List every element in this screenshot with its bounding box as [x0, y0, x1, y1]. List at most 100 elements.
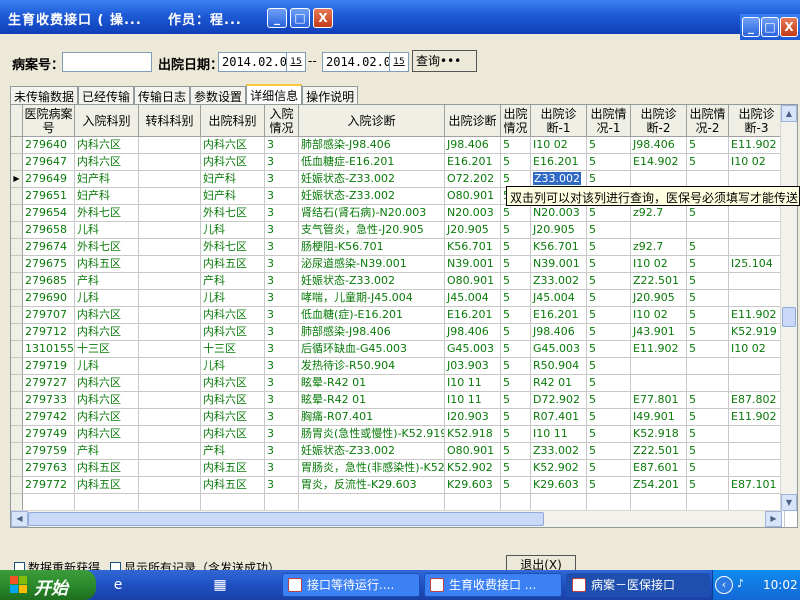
table-cell[interactable]: 5: [587, 239, 631, 256]
table-cell[interactable]: 3: [265, 443, 299, 460]
table-cell[interactable]: 外科七区: [201, 239, 265, 256]
table-cell[interactable]: 内科六区: [201, 392, 265, 409]
table-cell[interactable]: J98.406: [631, 137, 687, 154]
table-cell[interactable]: I20.903: [445, 409, 501, 426]
table-cell[interactable]: 279727: [23, 375, 75, 392]
table-cell[interactable]: 3: [265, 205, 299, 222]
table-cell[interactable]: I49.901: [631, 409, 687, 426]
table-cell[interactable]: E16.201: [531, 154, 587, 171]
table-cell[interactable]: [631, 494, 687, 511]
table-cell[interactable]: Z22.501: [631, 443, 687, 460]
table-cell[interactable]: 5: [501, 273, 531, 290]
table-cell[interactable]: [729, 494, 785, 511]
table-cell[interactable]: 3: [265, 222, 299, 239]
table-cell[interactable]: 5: [501, 409, 531, 426]
detail-grid[interactable]: 医院病案号 入院科别 转科科别 出院科别 入院情况 入院诊断 出院诊断 出院情况 出院诊断-1 出…: [10, 104, 798, 528]
table-cell[interactable]: 5: [687, 409, 729, 426]
table-cell[interactable]: 3: [265, 409, 299, 426]
calendar-from-icon[interactable]: 15: [286, 52, 306, 72]
table-cell[interactable]: 279733: [23, 392, 75, 409]
table-cell[interactable]: 妇产科: [201, 188, 265, 205]
table-cell[interactable]: 5: [587, 341, 631, 358]
table-cell[interactable]: 279649: [23, 171, 75, 188]
table-cell[interactable]: R07.401: [531, 409, 587, 426]
table-cell[interactable]: 3: [265, 307, 299, 324]
table-cell[interactable]: I10 02: [729, 154, 785, 171]
row-indicator[interactable]: [11, 494, 23, 511]
table-cell[interactable]: [587, 494, 631, 511]
table-cell[interactable]: E14.902: [631, 154, 687, 171]
table-cell[interactable]: I10 11: [445, 375, 501, 392]
table-cell[interactable]: 十三区: [75, 341, 139, 358]
vertical-scroll-thumb[interactable]: [782, 307, 796, 327]
table-cell[interactable]: 5: [687, 307, 729, 324]
table-cell[interactable]: 内科五区: [201, 460, 265, 477]
table-cell[interactable]: 279640: [23, 137, 75, 154]
background-maximize-icon[interactable]: □: [761, 17, 779, 37]
table-cell[interactable]: K52.918: [631, 426, 687, 443]
table-cell[interactable]: 5: [587, 358, 631, 375]
table-cell[interactable]: 5: [687, 443, 729, 460]
table-cell[interactable]: K52.919: [729, 324, 785, 341]
table-cell[interactable]: 5: [501, 256, 531, 273]
table-cell[interactable]: I10 02: [729, 341, 785, 358]
vertical-scrollbar[interactable]: ▲ ▼: [780, 105, 797, 511]
row-indicator[interactable]: [11, 358, 23, 375]
table-cell[interactable]: [23, 494, 75, 511]
horizontal-scroll-thumb[interactable]: [28, 512, 544, 526]
table-cell[interactable]: 3: [265, 324, 299, 341]
table-cell[interactable]: [729, 426, 785, 443]
table-cell[interactable]: [139, 324, 201, 341]
table-cell[interactable]: [631, 358, 687, 375]
column-header[interactable]: 出院科别: [201, 105, 265, 137]
table-cell[interactable]: 5: [587, 375, 631, 392]
table-cell[interactable]: 279675: [23, 256, 75, 273]
table-cell[interactable]: 内科六区: [75, 154, 139, 171]
table-cell[interactable]: 5: [587, 426, 631, 443]
table-cell[interactable]: 内科六区: [75, 409, 139, 426]
table-cell[interactable]: 3: [265, 392, 299, 409]
table-cell[interactable]: 3: [265, 239, 299, 256]
table-cell[interactable]: 279719: [23, 358, 75, 375]
table-cell[interactable]: [729, 239, 785, 256]
table-cell[interactable]: 279654: [23, 205, 75, 222]
scroll-up-icon[interactable]: ▲: [781, 105, 797, 122]
table-cell[interactable]: 肠胃炎(急性或慢性)-K52.919: [299, 426, 445, 443]
browser-icon[interactable]: e: [108, 575, 128, 595]
table-cell[interactable]: 内科六区: [201, 426, 265, 443]
column-header[interactable]: 医院病案号: [23, 105, 75, 137]
table-cell[interactable]: 内科五区: [75, 477, 139, 494]
table-cell[interactable]: Z22.501: [631, 273, 687, 290]
column-header[interactable]: 出院诊断-3: [729, 105, 785, 137]
table-cell[interactable]: 5: [587, 392, 631, 409]
row-indicator[interactable]: [11, 154, 23, 171]
table-cell[interactable]: O80.901: [445, 273, 501, 290]
table-cell[interactable]: 5: [501, 222, 531, 239]
table-cell[interactable]: 妊娠状态-Z33.002: [299, 188, 445, 205]
table-cell[interactable]: [729, 460, 785, 477]
speaker-icon[interactable]: ♪: [737, 577, 751, 591]
table-cell[interactable]: 5: [501, 460, 531, 477]
table-cell[interactable]: 5: [687, 256, 729, 273]
table-cell[interactable]: 5: [687, 154, 729, 171]
table-cell[interactable]: 内科六区: [201, 307, 265, 324]
table-cell[interactable]: 3: [265, 341, 299, 358]
table-cell[interactable]: 5: [501, 443, 531, 460]
table-cell[interactable]: 5: [587, 137, 631, 154]
tab-4[interactable]: 详细信息: [246, 84, 303, 104]
table-cell[interactable]: 279742: [23, 409, 75, 426]
table-cell[interactable]: [139, 154, 201, 171]
table-cell[interactable]: 胃炎，反流性-K29.603: [299, 477, 445, 494]
table-cell[interactable]: [729, 290, 785, 307]
background-close-icon[interactable]: X: [780, 17, 798, 37]
start-button[interactable]: 开始: [0, 570, 96, 600]
row-indicator[interactable]: [11, 426, 23, 443]
table-cell[interactable]: [729, 222, 785, 239]
maximize-button[interactable]: □: [290, 8, 310, 28]
table-cell[interactable]: [687, 358, 729, 375]
table-cell[interactable]: 5: [501, 324, 531, 341]
table-cell[interactable]: z92.7: [631, 239, 687, 256]
table-cell[interactable]: 十三区: [201, 341, 265, 358]
column-header[interactable]: 转科科别: [139, 105, 201, 137]
table-cell[interactable]: [445, 494, 501, 511]
